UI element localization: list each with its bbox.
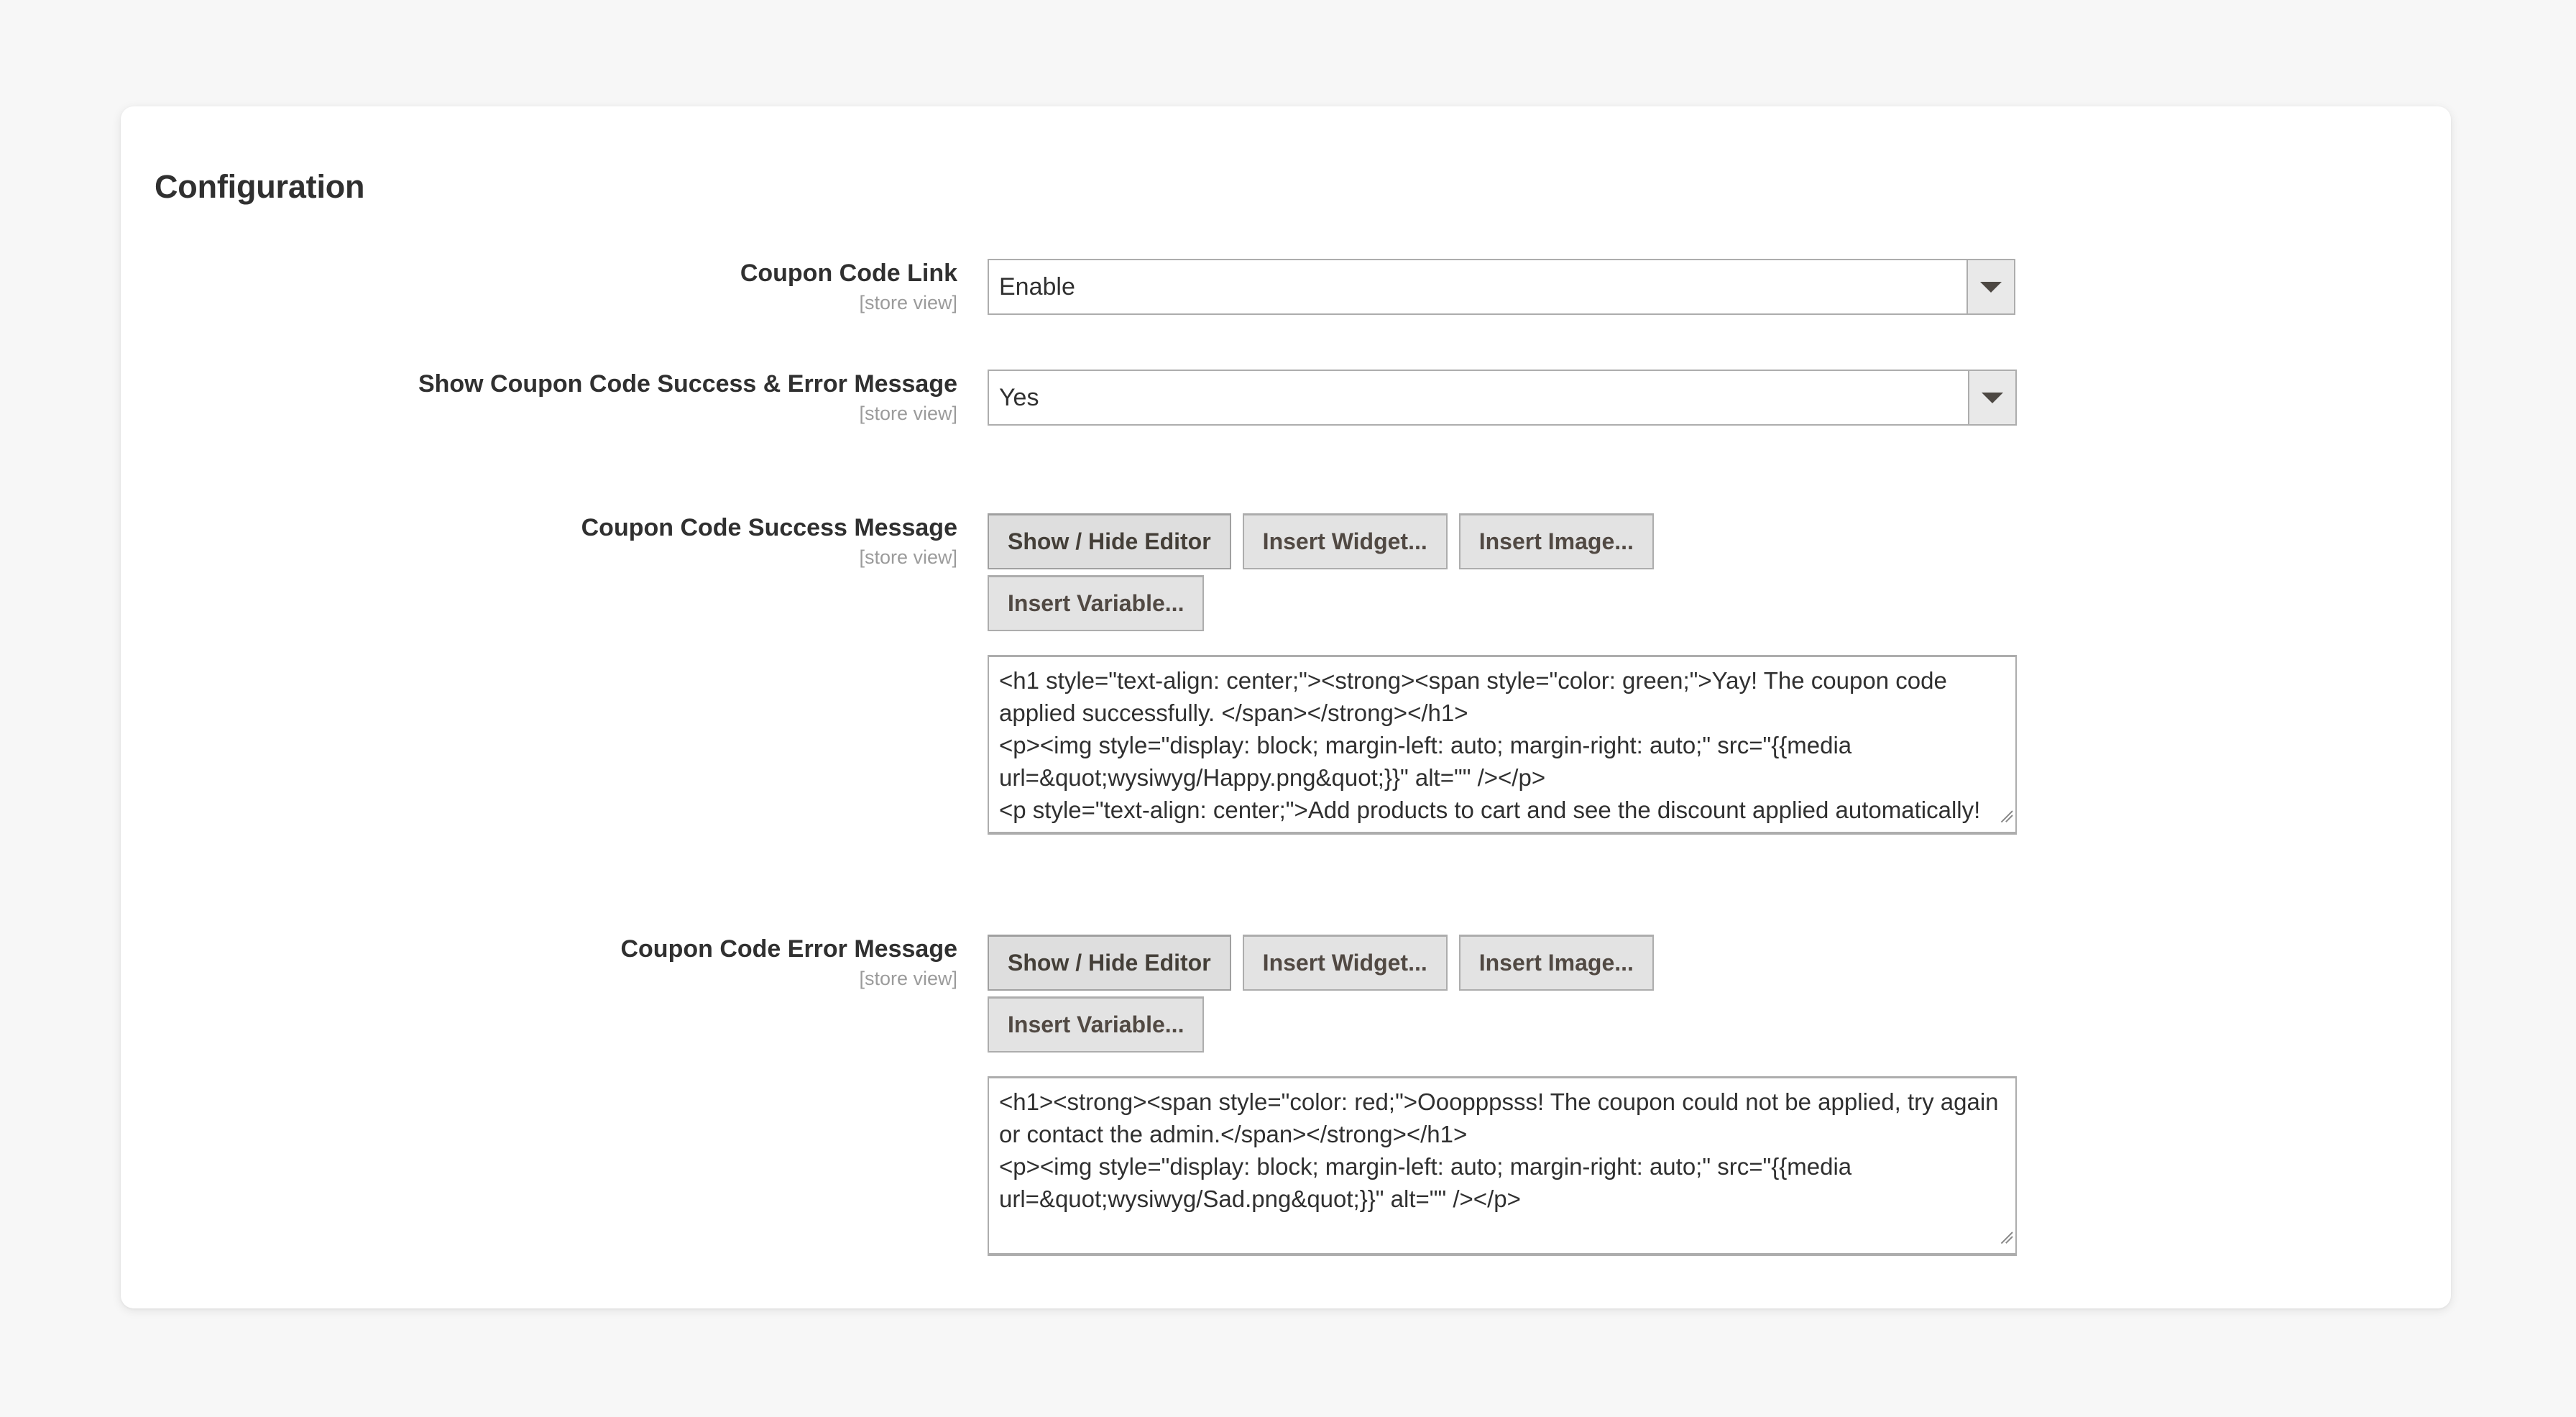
show-hide-editor-button[interactable]: Show / Hide Editor [988,513,1231,569]
field-label-text: Coupon Code Error Message [620,935,957,963]
field-label-text: Coupon Code Link [740,260,957,287]
select-coupon-code-link[interactable]: Enable [988,259,2015,315]
insert-image-button[interactable]: Insert Image... [1458,935,1654,991]
field-label-text: Coupon Code Success Message [581,514,957,541]
field-label-text: Show Coupon Code Success & Error Message [418,370,957,398]
field-scope-text: [store view] [859,546,957,568]
field-label-error-message: Coupon Code Error Message [store view] [167,935,957,991]
field-label-show-messages: Show Coupon Code Success & Error Message… [167,370,957,426]
field-control-coupon-code-link: Enable [988,259,2015,315]
insert-variable-button[interactable]: Insert Variable... [988,575,1205,631]
insert-widget-button[interactable]: Insert Widget... [1242,935,1448,991]
toolbar-textarea-spacer [988,637,2017,655]
chevron-down-glyph [1980,281,2002,293]
field-scope-text: [store view] [859,292,957,313]
editor-toolbar-error: Show / Hide Editor Insert Widget... Inse… [988,935,1850,1058]
select-coupon-code-link-value: Enable [999,272,1075,301]
show-hide-editor-button[interactable]: Show / Hide Editor [988,935,1231,991]
chevron-down-icon[interactable] [1968,371,2015,424]
field-control-show-messages: Yes [988,370,2017,426]
error-message-textarea[interactable]: <h1><strong><span style="color: red;">Oo… [988,1076,2017,1256]
field-control-success-message: Show / Hide Editor Insert Widget... Inse… [988,513,2017,835]
field-control-error-message: Show / Hide Editor Insert Widget... Inse… [988,935,2017,1256]
insert-variable-button[interactable]: Insert Variable... [988,996,1205,1053]
field-scope-text: [store view] [859,968,957,989]
editor-toolbar-success: Show / Hide Editor Insert Widget... Inse… [988,513,1850,637]
field-label-success-message: Coupon Code Success Message [store view] [167,513,957,569]
toolbar-textarea-spacer [988,1058,2017,1076]
configuration-card: Configuration Coupon Code Link [store vi… [121,106,2451,1308]
field-label-coupon-code-link: Coupon Code Link [store view] [167,259,957,315]
chevron-down-glyph [1982,392,2003,403]
insert-widget-button[interactable]: Insert Widget... [1242,513,1448,569]
select-show-messages[interactable]: Yes [988,370,2017,426]
chevron-down-icon[interactable] [1966,260,2014,313]
field-scope-text: [store view] [859,403,957,424]
select-show-messages-value: Yes [999,383,1039,411]
page-title: Configuration [155,168,365,205]
insert-image-button[interactable]: Insert Image... [1458,513,1654,569]
success-message-textarea[interactable]: <h1 style="text-align: center;"><strong>… [988,655,2017,835]
